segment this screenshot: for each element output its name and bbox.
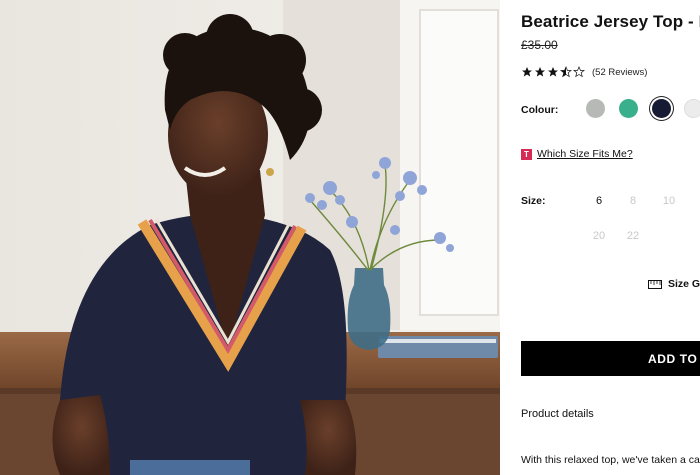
- product-title: Beatrice Jersey Top - Nav: [521, 12, 700, 31]
- star-filled-icon: [535, 67, 545, 77]
- size-guide-button[interactable]: Size G: [648, 278, 700, 290]
- product-details-heading[interactable]: Product details: [521, 408, 594, 420]
- star-empty-icon: [573, 66, 585, 78]
- add-to-bag-button[interactable]: ADD TO B: [521, 341, 700, 376]
- product-price: £35.00: [521, 38, 558, 52]
- size-label: Size:: [521, 195, 546, 207]
- ruler-icon: [648, 279, 662, 289]
- star-filled-icon: [522, 67, 532, 77]
- colour-swatch-green[interactable]: [619, 99, 638, 118]
- colour-swatch-white[interactable]: [684, 99, 700, 118]
- rating[interactable]: (52 Reviews): [521, 66, 647, 78]
- size-guide-label: Size G: [668, 278, 700, 290]
- model-photo-illustration: [0, 0, 500, 475]
- star-half-icon: [560, 66, 572, 78]
- colour-swatch-grey[interactable]: [586, 99, 605, 118]
- product-info-panel: Beatrice Jersey Top - Nav £35.00 (52 Rev…: [500, 0, 700, 475]
- product-description: With this relaxed top, we've taken a ca: [521, 454, 700, 466]
- colour-swatch-navy[interactable]: [652, 99, 671, 118]
- size-option[interactable]: 10: [657, 195, 681, 207]
- true-fit-badge-icon: T: [521, 148, 532, 160]
- size-option[interactable]: 6: [587, 195, 611, 207]
- colour-label: Colour:: [521, 104, 559, 116]
- star-filled-icon: [548, 67, 558, 77]
- size-option[interactable]: 22: [621, 230, 645, 242]
- which-size-link[interactable]: T Which Size Fits Me?: [521, 148, 633, 160]
- reviews-link[interactable]: (52 Reviews): [592, 67, 647, 78]
- which-size-label: Which Size Fits Me?: [537, 148, 633, 160]
- product-photo[interactable]: [0, 0, 500, 475]
- size-option[interactable]: 8: [621, 195, 645, 207]
- size-option[interactable]: 20: [587, 230, 611, 242]
